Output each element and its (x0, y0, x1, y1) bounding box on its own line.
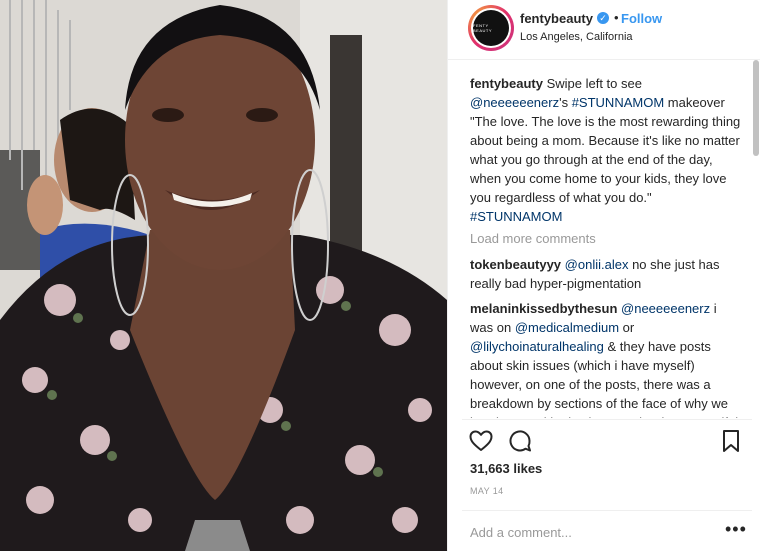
comment-mention[interactable]: @neeeeeenerz (621, 301, 710, 316)
comments-section[interactable]: fentybeauty Swipe left to see @neeeeeene… (448, 60, 753, 418)
more-options-icon[interactable]: ••• (725, 520, 747, 538)
header-separator: • (614, 10, 619, 25)
caption-text: makeover "The love. The love is the most… (470, 95, 741, 205)
post-date[interactable]: MAY 14 (470, 486, 504, 496)
post-photo-illustration (0, 0, 447, 551)
comment-mention[interactable]: @lilychoinaturalhealing (470, 339, 604, 354)
caption-hashtag[interactable]: #STUNNAMOM (470, 209, 562, 224)
comment-mention[interactable]: @onlii.alex (565, 257, 629, 272)
add-comment-input[interactable] (470, 522, 710, 542)
post-actions (448, 420, 760, 460)
follow-button[interactable]: Follow (621, 11, 662, 26)
caption-hashtag[interactable]: #STUNNAMOM (572, 95, 664, 110)
post-sidebar: FENTY BEAUTY fentybeauty ✓ • Follow Los … (447, 0, 760, 551)
account-handle[interactable]: fentybeauty (520, 11, 593, 26)
caption-text: 's (559, 95, 572, 110)
post-header: FENTY BEAUTY fentybeauty ✓ • Follow Los … (448, 0, 760, 60)
likes-count[interactable]: 31,663 likes (470, 461, 542, 476)
caption: fentybeauty Swipe left to see @neeeeeene… (470, 74, 741, 226)
comment-item: tokenbeautyyy @onlii.alex no she just ha… (470, 255, 741, 293)
load-more-comments-button[interactable]: Load more comments (470, 230, 741, 248)
caption-mention[interactable]: @neeeeeenerz (470, 95, 559, 110)
post-photo (0, 0, 447, 551)
comment-username[interactable]: melaninkissedbythesun (470, 301, 617, 316)
verified-check-icon: ✓ (597, 12, 609, 24)
avatar-logo-text: FENTY BEAUTY (473, 23, 493, 33)
caption-text: Swipe left to see (542, 76, 642, 91)
bookmark-icon[interactable] (718, 428, 744, 454)
account-avatar[interactable]: FENTY BEAUTY (468, 5, 514, 51)
comment-bubble-icon[interactable] (507, 428, 533, 454)
add-comment-bar: ••• (448, 510, 760, 551)
heart-icon[interactable] (468, 428, 494, 454)
comment-username[interactable]: tokenbeautyyy (470, 257, 561, 272)
comments-scrollbar[interactable] (753, 60, 759, 156)
comment-mention[interactable]: @medicalmedium (515, 320, 619, 335)
comment-text: or (619, 320, 635, 335)
caption-username[interactable]: fentybeauty (470, 76, 543, 91)
location-link[interactable]: Los Angeles, California (520, 31, 633, 43)
comment-item: melaninkissedbythesun @neeeeeenerz i was… (470, 299, 741, 418)
